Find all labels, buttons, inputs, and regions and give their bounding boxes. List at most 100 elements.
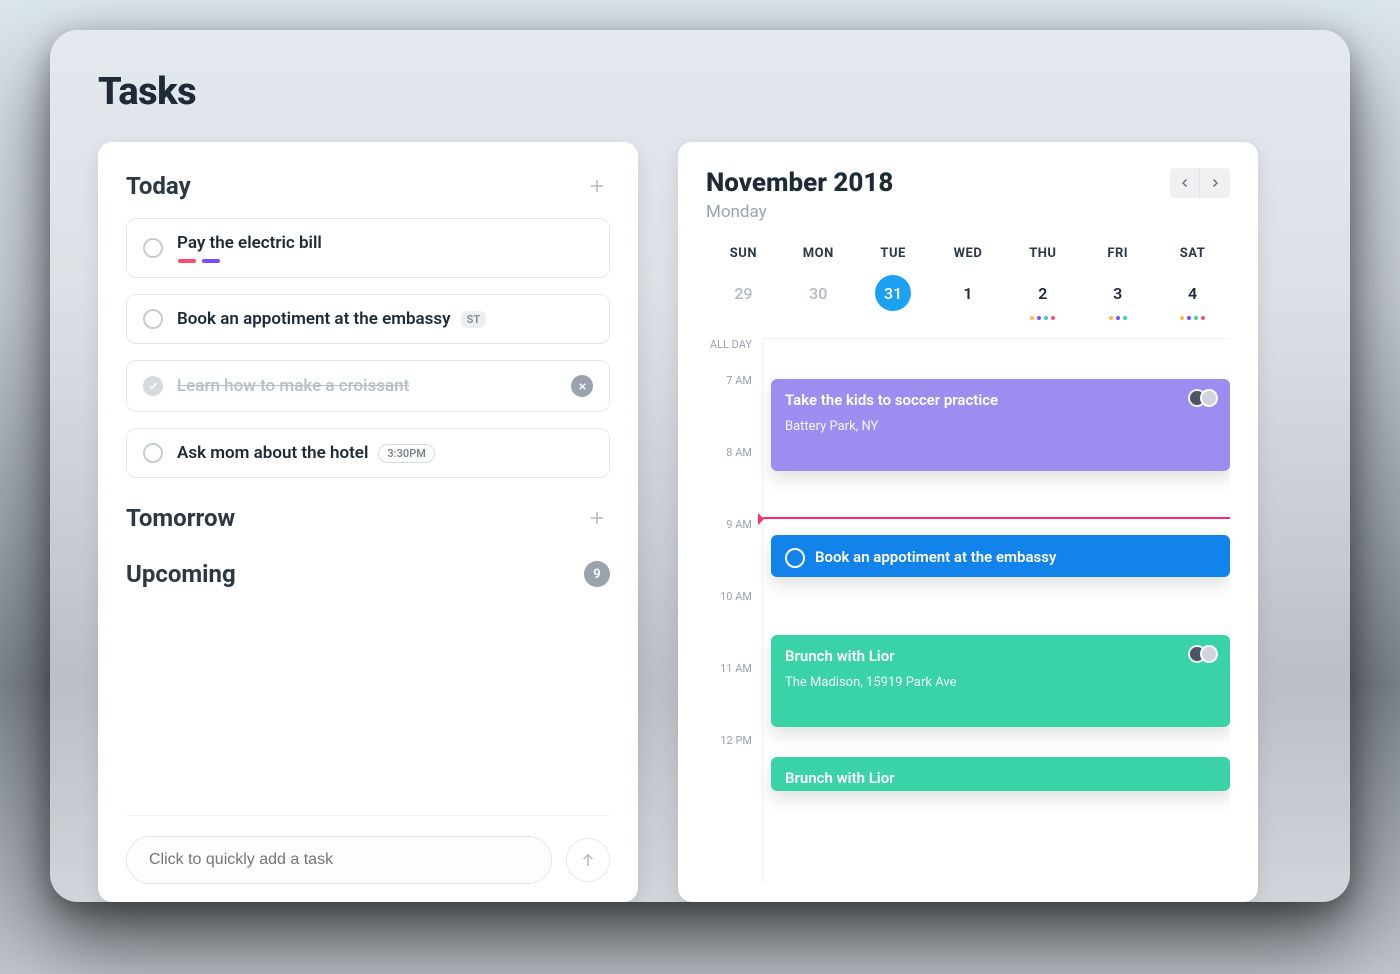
section-title-upcoming: Upcoming: [126, 560, 236, 588]
calendar-next-button[interactable]: [1200, 168, 1230, 198]
hour-label: 8 AM: [706, 446, 762, 518]
indicator-dot: [1051, 316, 1055, 320]
calendar-nav: [1170, 168, 1230, 198]
calendar-event[interactable]: Book an appotiment at the embassy: [771, 535, 1230, 577]
date-number: 1: [950, 275, 986, 311]
event-attendees: [1194, 645, 1218, 663]
indicator-dot: [1180, 316, 1184, 320]
calendar-header: November 2018 Monday: [706, 168, 1230, 222]
quick-add-input[interactable]: [126, 836, 552, 884]
hour-label: 11 AM: [706, 662, 762, 734]
task-title: Pay the electric bill: [177, 233, 322, 253]
weekday-label: SAT: [1155, 246, 1230, 261]
event-location: The Madison, 15919 Park Ave: [785, 675, 1216, 690]
indicator-dot: [1030, 316, 1034, 320]
chevron-left-icon: [1179, 177, 1191, 189]
calendar-title: November 2018: [706, 168, 893, 198]
section-title-tomorrow: Tomorrow: [126, 504, 235, 532]
section-title-today: Today: [126, 172, 191, 200]
weekday-label: THU: [1005, 246, 1080, 261]
date-number: 29: [725, 275, 761, 311]
indicator-dot: [1044, 316, 1048, 320]
date-indicator-dots: [1109, 316, 1127, 320]
plus-icon: [588, 509, 606, 527]
date-indicator-dots: [1180, 316, 1205, 320]
task-row[interactable]: Ask mom about the hotel 3:30PM: [126, 428, 610, 478]
quick-add-row: [126, 815, 610, 884]
date-number: 2: [1025, 275, 1061, 311]
indicator-dot: [1116, 316, 1120, 320]
date-number: 4: [1175, 275, 1211, 311]
task-checkbox[interactable]: [143, 376, 163, 396]
app-title: Tasks: [98, 70, 1302, 114]
section-header-tomorrow: Tomorrow: [126, 504, 610, 532]
task-badge: ST: [461, 311, 487, 328]
task-title: Learn how to make a croissant: [177, 376, 409, 396]
indicator-dot: [1187, 316, 1191, 320]
plus-icon: [588, 177, 606, 195]
date-cell[interactable]: 29: [706, 275, 781, 320]
section-header-upcoming: Upcoming 9: [126, 560, 610, 588]
date-cell[interactable]: 1: [931, 275, 1006, 320]
calendar-event[interactable]: Take the kids to soccer practice Battery …: [771, 379, 1230, 471]
delete-task-button[interactable]: [571, 375, 593, 397]
check-icon: [147, 380, 159, 392]
calendar-event[interactable]: Brunch with Lior: [771, 757, 1230, 791]
date-cell[interactable]: 30: [781, 275, 856, 320]
hour-label: 9 AM: [706, 518, 762, 590]
task-row[interactable]: Pay the electric bill: [126, 218, 610, 278]
date-cell[interactable]: 31: [856, 275, 931, 320]
indicator-dot: [1201, 316, 1205, 320]
indicator-dot: [1123, 316, 1127, 320]
task-title: Book an appotiment at the embassy: [177, 309, 451, 329]
weekday-label: FRI: [1080, 246, 1155, 261]
calendar-subtitle: Monday: [706, 202, 893, 222]
event-title: Brunch with Lior: [785, 647, 1216, 665]
section-header-today: Today: [126, 172, 610, 200]
date-cell[interactable]: 4: [1155, 275, 1230, 320]
date-number: 30: [800, 275, 836, 311]
avatar: [1200, 389, 1218, 407]
task-tags: [177, 259, 593, 263]
date-indicator-dots: [1030, 316, 1055, 320]
dates-row: 29 30 31 1 234: [706, 275, 1230, 320]
event-title: Book an appotiment at the embassy: [815, 548, 1056, 566]
date-cell[interactable]: 2: [1005, 275, 1080, 320]
calendar-event[interactable]: Brunch with Lior The Madison, 15919 Park …: [771, 635, 1230, 727]
hour-label: 12 PM: [706, 734, 762, 806]
weekday-label: WED: [931, 246, 1006, 261]
hour-label: 7 AM: [706, 374, 762, 446]
event-attendees: [1194, 389, 1218, 407]
indicator-dot: [1109, 316, 1113, 320]
task-title: Ask mom about the hotel: [177, 443, 368, 463]
task-row[interactable]: Learn how to make a croissant: [126, 360, 610, 412]
task-row[interactable]: Book an appotiment at the embassy ST: [126, 294, 610, 344]
task-checkbox[interactable]: [143, 309, 163, 329]
calendar-prev-button[interactable]: [1170, 168, 1200, 198]
columns: Today Pay the electric bill Book an appot…: [98, 142, 1302, 902]
date-number: 31: [875, 275, 911, 311]
schedule: ALL DAY7 AM8 AM9 AM10 AM11 AM12 PM Take …: [706, 338, 1230, 884]
add-task-today-button[interactable]: [584, 173, 610, 199]
weekday-label: SUN: [706, 246, 781, 261]
event-location: Battery Park, NY: [785, 419, 1216, 434]
weekday-label: TUE: [856, 246, 931, 261]
event-checkbox-ring[interactable]: [785, 548, 805, 568]
weekday-label: MON: [781, 246, 856, 261]
task-time-chip: 3:30PM: [378, 444, 435, 463]
today-task-list: Pay the electric bill Book an appotiment …: [126, 218, 610, 494]
add-task-tomorrow-button[interactable]: [584, 505, 610, 531]
indicator-dot: [1194, 316, 1198, 320]
calendar-panel: November 2018 Monday SUNMONTUEWEDTHUFRIS…: [678, 142, 1258, 902]
quick-add-submit-button[interactable]: [566, 838, 610, 882]
avatar: [1200, 645, 1218, 663]
event-title: Take the kids to soccer practice: [785, 391, 1216, 409]
task-checkbox[interactable]: [143, 238, 163, 258]
hour-label: 10 AM: [706, 590, 762, 662]
hours-column: ALL DAY7 AM8 AM9 AM10 AM11 AM12 PM: [706, 338, 762, 884]
date-cell[interactable]: 3: [1080, 275, 1155, 320]
close-icon: [577, 381, 588, 392]
upcoming-count-badge: 9: [584, 561, 610, 587]
indicator-dot: [1037, 316, 1041, 320]
task-checkbox[interactable]: [143, 443, 163, 463]
